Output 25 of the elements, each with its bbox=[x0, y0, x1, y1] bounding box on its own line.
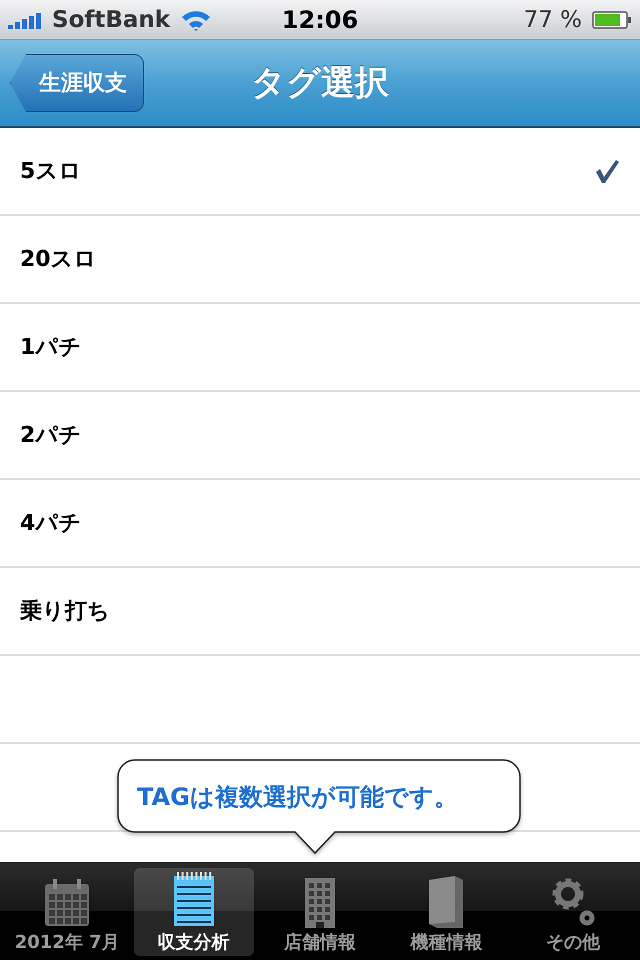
battery-percent: 77 % bbox=[524, 6, 582, 32]
page-title: タグ選択 bbox=[251, 62, 389, 105]
battery-icon bbox=[592, 10, 632, 28]
building-icon bbox=[304, 878, 335, 928]
calendar-icon bbox=[43, 878, 92, 928]
gears-icon bbox=[550, 876, 596, 928]
tab-bar-item[interactable]: 収支分析 bbox=[134, 868, 254, 956]
tag-row[interactable]: 乗り打ち bbox=[0, 568, 640, 656]
clock-time: 12:06 bbox=[282, 6, 358, 34]
tab-bar-item[interactable]: 店舗情報 bbox=[260, 868, 380, 956]
tag-row[interactable]: 2パチ bbox=[0, 392, 640, 480]
tag-row[interactable]: 20スロ bbox=[0, 216, 640, 304]
tooltip-text: TAGは複数選択が可能です。 bbox=[137, 782, 458, 813]
tag-row[interactable]: 5スロ bbox=[0, 128, 640, 216]
tab-bar-item[interactable]: その他 bbox=[512, 868, 633, 956]
notepad-icon bbox=[172, 872, 216, 928]
tag-row[interactable]: 1パチ bbox=[0, 304, 640, 392]
wifi-icon bbox=[180, 8, 212, 30]
tag-row[interactable]: 4パチ bbox=[0, 480, 640, 568]
carrier-name: SoftBank bbox=[52, 6, 170, 32]
back-button[interactable]: 生涯収支 bbox=[10, 54, 144, 112]
tab-bar-item[interactable]: 2012年 7月 bbox=[7, 868, 128, 956]
book-icon bbox=[427, 876, 466, 928]
signal-icon bbox=[8, 10, 42, 28]
tab-bar-item[interactable]: 機種情報 bbox=[386, 868, 506, 956]
